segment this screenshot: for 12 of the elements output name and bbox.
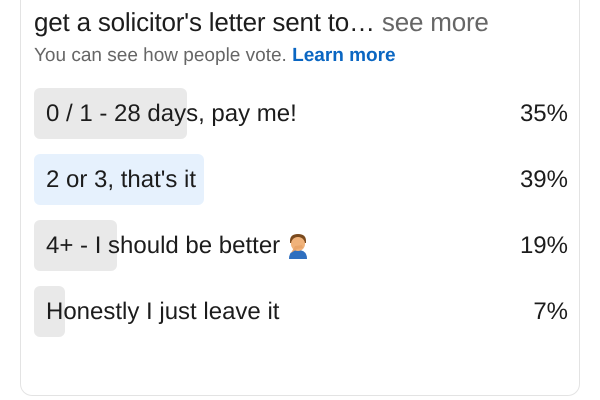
option-label: Honestly I just leave it — [46, 296, 280, 326]
vote-notice: You can see how people vote. — [34, 45, 287, 66]
see-more-link[interactable]: see more — [382, 7, 489, 37]
vote-percentage: 35% — [520, 98, 568, 128]
vote-percentage: 39% — [520, 164, 568, 194]
vote-percentage: 19% — [520, 230, 568, 260]
option-label: 4+ - I should be better — [46, 230, 280, 260]
learn-more-link[interactable]: Learn more — [292, 45, 396, 66]
vote-percentage: 7% — [533, 296, 568, 326]
option-label: 0 / 1 - 28 days, pay me! — [46, 98, 297, 128]
post-text: get a solicitor's letter sent to… — [34, 7, 375, 37]
option-label: 2 or 3, that's it — [46, 164, 196, 194]
